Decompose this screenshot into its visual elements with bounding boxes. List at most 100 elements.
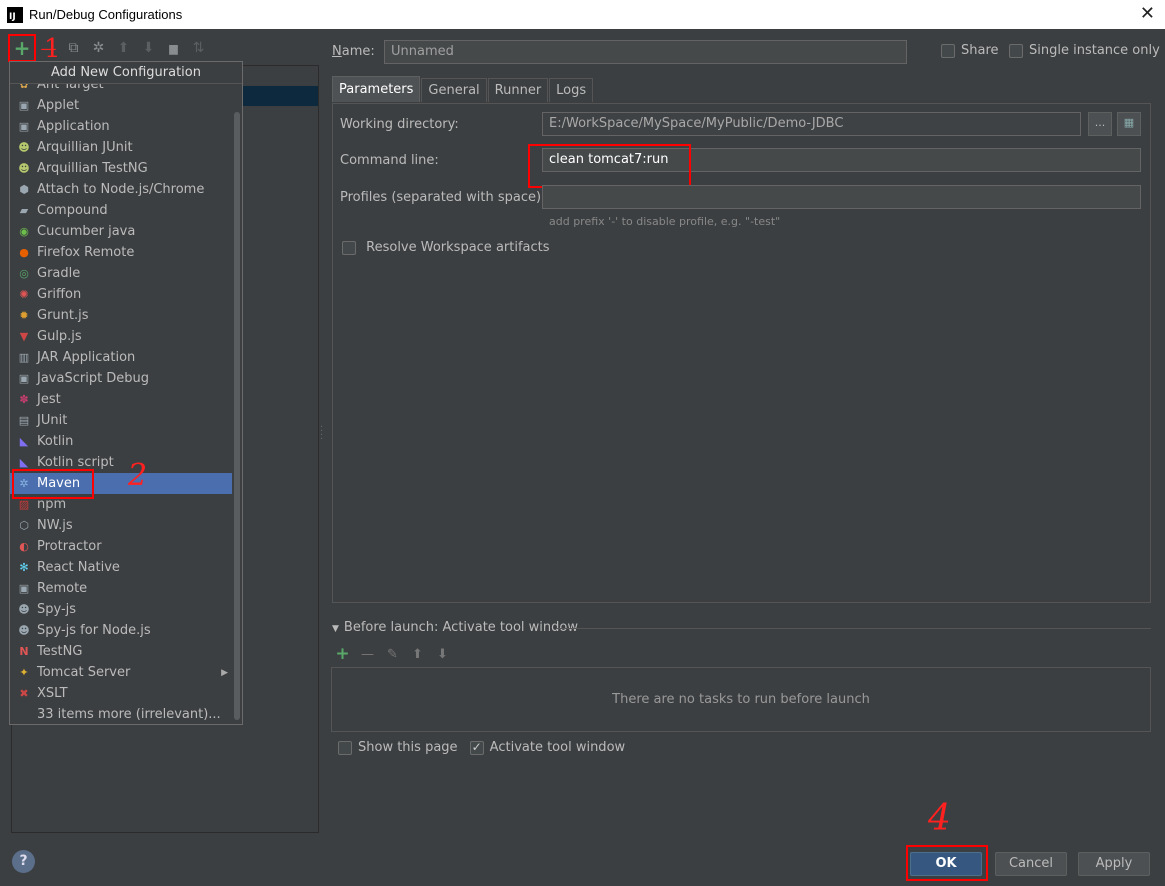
config-type-item[interactable]: ▣ Remote <box>10 578 232 599</box>
config-type-item[interactable]: ◉ Cucumber java <box>10 221 232 242</box>
config-type-item[interactable]: ☻ Arquillian JUnit <box>10 137 232 158</box>
before-launch-header[interactable]: ▼ Before launch: Activate tool window <box>332 620 578 635</box>
config-type-label: JUnit <box>37 413 68 428</box>
griffon-icon: ✺ <box>19 288 29 301</box>
no-tasks-text: There are no tasks to run before launch <box>612 692 870 707</box>
wrench-icon[interactable]: ✲ <box>86 36 111 61</box>
name-label-rest: ame: <box>341 44 375 59</box>
show-this-page-checkbox[interactable] <box>338 740 352 755</box>
share-checkbox[interactable] <box>941 43 955 58</box>
config-type-item[interactable]: ☻ Spy-js for Node.js <box>10 620 232 641</box>
intellij-icon: IJ <box>7 6 23 23</box>
resolve-workspace-label: Resolve Workspace artifacts <box>366 240 550 255</box>
spyjs-icon: ☻ <box>18 603 30 616</box>
tab-logs[interactable]: Logs <box>549 78 594 102</box>
add-task-icon[interactable]: + <box>334 644 351 664</box>
config-type-item[interactable]: ✹ Grunt.js <box>10 305 232 326</box>
folder-browse-icon[interactable]: ▦ <box>1117 112 1141 136</box>
grunt-icon: ✹ <box>19 309 29 322</box>
config-type-label: Firefox Remote <box>37 245 135 260</box>
activate-tool-window-label: Activate tool window <box>489 740 626 755</box>
config-type-label: npm <box>37 497 67 512</box>
arquillian-icon: ☻ <box>18 141 30 154</box>
jar-icon: ▥ <box>18 351 30 364</box>
activate-tool-window-checkbox[interactable] <box>469 740 484 755</box>
config-type-item[interactable]: ▣ Applet <box>10 95 232 116</box>
configurations-toolbar: + — ⧉ ✲ ⬆ ⬇ ▆ ⇅ <box>8 34 211 62</box>
close-icon[interactable]: ✕ <box>1140 3 1155 24</box>
popup-scrollbar[interactable] <box>234 112 240 720</box>
add-new-configuration-popup[interactable]: ✿ Ant Target ▣ Applet ▣ Application ☻ Arquillia… <box>9 61 243 725</box>
config-type-item[interactable]: ◐ Protractor <box>10 536 232 557</box>
config-type-item[interactable]: ⬢ Attach to Node.js/Chrome <box>10 179 232 200</box>
config-type-item[interactable]: ☻ Spy-js <box>10 599 232 620</box>
splitter-handle[interactable]: · · · · <box>320 423 323 445</box>
move-task-down-icon[interactable]: ⬇ <box>434 647 451 662</box>
config-type-item[interactable]: ✺ Griffon <box>10 284 232 305</box>
move-down-icon[interactable]: ⬇ <box>136 36 161 61</box>
name-input[interactable]: Unnamed <box>384 40 907 64</box>
folder-icon[interactable]: ▆ <box>161 36 186 61</box>
config-type-item[interactable]: ▰ Compound <box>10 200 232 221</box>
config-type-label: Gulp.js <box>37 329 82 344</box>
working-directory-field[interactable]: E:/WorkSpace/MySpace/MyPublic/Demo-JDBC <box>542 112 1081 136</box>
configuration-type-list[interactable]: ✿ Ant Target ▣ Applet ▣ Application ☻ Arquillia… <box>10 74 232 724</box>
window-title: Run/Debug Configurations <box>29 7 183 22</box>
cancel-button[interactable]: Cancel <box>995 852 1067 876</box>
junit-icon: ▤ <box>18 414 30 427</box>
jest-icon: ✽ <box>19 393 29 406</box>
config-type-item[interactable]: ◣ Kotlin <box>10 431 232 452</box>
copy-icon[interactable]: ⧉ <box>61 36 86 61</box>
collapse-triangle-icon[interactable]: ▼ <box>332 624 339 634</box>
tab-parameters[interactable]: Parameters <box>332 76 421 102</box>
firefox-icon: ● <box>19 246 29 259</box>
single-instance-checkbox-row[interactable]: Single instance only <box>1009 43 1160 58</box>
config-type-item[interactable]: ✖ XSLT <box>10 683 232 704</box>
config-type-item[interactable]: ✽ Jest <box>10 389 232 410</box>
config-type-item[interactable]: ⬡ NW.js <box>10 515 232 536</box>
config-type-item[interactable]: ● Firefox Remote <box>10 242 232 263</box>
config-type-label: Compound <box>37 203 108 218</box>
edit-task-icon[interactable]: ✎ <box>384 647 401 662</box>
config-type-item[interactable]: ▣ Application <box>10 116 232 137</box>
testng-icon: N <box>19 645 29 658</box>
config-type-item[interactable]: 33 items more (irrelevant)... <box>10 704 232 724</box>
nwjs-icon: ⬡ <box>19 519 29 532</box>
tab-general[interactable]: General <box>421 78 487 102</box>
gulp-icon: ▼ <box>19 330 29 343</box>
profiles-input[interactable] <box>542 185 1141 209</box>
xslt-icon: ✖ <box>19 687 29 700</box>
config-type-item[interactable]: ▣ JavaScript Debug <box>10 368 232 389</box>
config-type-item[interactable]: ▥ JAR Application <box>10 347 232 368</box>
config-type-label: NW.js <box>37 518 73 533</box>
tree-selected-row[interactable] <box>243 86 318 106</box>
browse-button[interactable]: ... <box>1088 112 1112 136</box>
help-icon[interactable]: ? <box>12 850 35 873</box>
move-up-icon[interactable]: ⬆ <box>111 36 136 61</box>
config-type-item[interactable]: ✦ Tomcat Server ▶ <box>10 662 232 683</box>
before-launch-tasks-list[interactable]: There are no tasks to run before launch <box>331 667 1151 732</box>
config-type-item[interactable]: N TestNG <box>10 641 232 662</box>
config-type-label: Spy-js for Node.js <box>37 623 151 638</box>
config-type-label: XSLT <box>37 686 68 701</box>
config-type-label: Remote <box>37 581 88 596</box>
resolve-workspace-checkbox[interactable] <box>342 240 356 255</box>
sort-icon[interactable]: ⇅ <box>186 36 211 61</box>
config-type-item[interactable]: ◎ Gradle <box>10 263 232 284</box>
config-type-item[interactable]: ✻ React Native <box>10 557 232 578</box>
add-configuration-button[interactable]: + <box>8 34 36 62</box>
share-checkbox-row[interactable]: Share <box>941 43 999 58</box>
kotlin-icon: ◣ <box>19 456 29 469</box>
config-type-item[interactable]: ☻ Arquillian TestNG <box>10 158 232 179</box>
remove-task-icon[interactable]: — <box>359 647 376 662</box>
config-type-item[interactable]: ▼ Gulp.js <box>10 326 232 347</box>
before-launch-divider <box>556 628 1151 629</box>
gradle-icon: ◎ <box>19 267 29 280</box>
single-instance-checkbox[interactable] <box>1009 43 1023 58</box>
apply-button[interactable]: Apply <box>1078 852 1150 876</box>
show-this-page-label: Show this page <box>358 740 458 755</box>
config-type-item[interactable]: ▤ JUnit <box>10 410 232 431</box>
tab-runner[interactable]: Runner <box>487 78 549 102</box>
resolve-workspace-row[interactable]: Resolve Workspace artifacts <box>342 240 550 255</box>
move-task-up-icon[interactable]: ⬆ <box>409 647 426 662</box>
